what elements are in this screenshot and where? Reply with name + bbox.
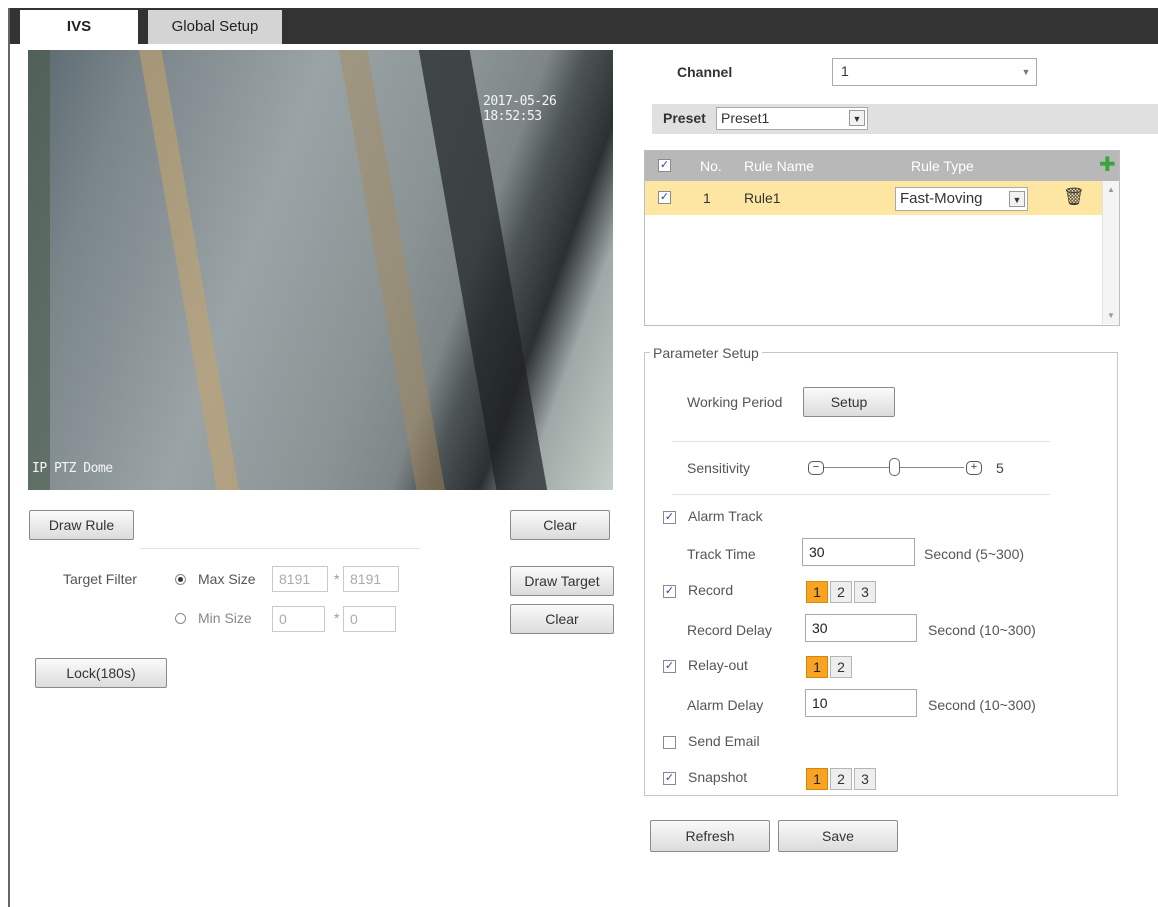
rule-type-select[interactable]: Fast-Moving ▼	[895, 187, 1028, 211]
rule-no: 1	[703, 190, 711, 206]
sensitivity-value: 5	[996, 460, 1004, 476]
snapshot-channel-1[interactable]: 1	[806, 768, 828, 790]
record-label: Record	[688, 582, 734, 598]
video-timestamp: 2017-05-26 18:52:53	[483, 94, 557, 124]
sensitivity-label: Sensitivity	[687, 460, 751, 476]
record-delay-label: Record Delay	[687, 622, 772, 638]
track-time-input[interactable]: 30	[802, 538, 915, 566]
table-row[interactable]: ✓ 1 Rule1 Fast-Moving ▼ 🗑	[645, 181, 1119, 215]
chevron-down-icon: ▼	[1021, 67, 1031, 77]
divider	[672, 494, 1050, 495]
parameter-setup-group	[644, 352, 1118, 796]
snapshot-checkbox[interactable]: ✓	[663, 772, 676, 785]
alarm-delay-label: Alarm Delay	[687, 697, 764, 713]
tab-ivs[interactable]: IVS	[20, 10, 138, 44]
min-size-label: Min Size	[198, 610, 252, 626]
times-sign: *	[334, 571, 340, 587]
slider-thumb[interactable]	[889, 458, 900, 476]
relay-channel-2[interactable]: 2	[830, 656, 852, 678]
max-width-input[interactable]: 8191	[272, 566, 328, 592]
relay-channel-1[interactable]: 1	[806, 656, 828, 678]
select-all-checkbox[interactable]: ✓	[658, 159, 671, 172]
send-email-label: Send Email	[688, 733, 760, 749]
preset-select[interactable]: Preset1 ▼	[716, 107, 868, 130]
divider	[672, 441, 1050, 442]
send-email-checkbox[interactable]	[663, 736, 676, 749]
edge-foliage	[28, 50, 50, 490]
working-period-label: Working Period	[687, 394, 783, 410]
camera-name-overlay: IP PTZ Dome	[32, 461, 113, 476]
max-size-label: Max Size	[198, 571, 256, 587]
scroll-up-icon[interactable]: ▲	[1107, 185, 1115, 194]
preset-value: Preset1	[721, 110, 770, 126]
record-channel-3[interactable]: 3	[854, 581, 876, 603]
refresh-button[interactable]: Refresh	[650, 820, 770, 852]
draw-target-button[interactable]: Draw Target	[510, 566, 614, 596]
min-height-input[interactable]: 0	[343, 606, 396, 632]
channel-label: Channel	[677, 64, 733, 80]
lock-button[interactable]: Lock(180s)	[35, 658, 167, 688]
min-size-radio[interactable]	[175, 613, 186, 624]
snapshot-channel-3[interactable]: 3	[854, 768, 876, 790]
table-scrollbar[interactable]: ▲ ▼	[1102, 181, 1119, 324]
record-checkbox[interactable]: ✓	[663, 585, 676, 598]
min-width-input[interactable]: 0	[272, 606, 325, 632]
relay-out-label: Relay-out	[688, 657, 748, 673]
rules-table: ✓ No. Rule Name Rule Type ✚ ✓ 1 Rule1 Fa…	[644, 150, 1120, 326]
live-video-view[interactable]: 2017-05-26 18:52:53 IP PTZ Dome	[28, 50, 613, 490]
tab-bar: IVS Global Setup	[10, 8, 1158, 44]
clear-target-button[interactable]: Clear	[510, 604, 614, 634]
preset-label: Preset	[663, 110, 706, 126]
relay-out-checkbox[interactable]: ✓	[663, 660, 676, 673]
record-delay-range: Second (10~300)	[928, 622, 1036, 638]
road-marking	[136, 50, 242, 490]
draw-rule-button[interactable]: Draw Rule	[29, 510, 134, 540]
header-rule-type: Rule Type	[911, 158, 974, 174]
divider	[140, 548, 420, 549]
parameter-setup-legend: Parameter Setup	[650, 345, 762, 361]
rules-table-header: ✓ No. Rule Name Rule Type ✚	[645, 151, 1119, 181]
target-filter-label: Target Filter	[63, 571, 137, 587]
track-time-range: Second (5~300)	[924, 546, 1025, 562]
minus-icon[interactable]: −	[808, 461, 824, 475]
clear-rule-button[interactable]: Clear	[510, 510, 610, 540]
trash-icon[interactable]: 🗑	[1063, 187, 1085, 207]
record-channel-1[interactable]: 1	[806, 581, 828, 603]
scroll-down-icon[interactable]: ▼	[1107, 311, 1115, 320]
header-rule-name: Rule Name	[744, 158, 815, 174]
rule-name: Rule1	[744, 190, 781, 206]
rule-type-value: Fast-Moving	[900, 190, 983, 207]
rule-row-checkbox[interactable]: ✓	[658, 191, 671, 204]
alarm-track-checkbox[interactable]: ✓	[663, 511, 676, 524]
snapshot-channel-2[interactable]: 2	[830, 768, 852, 790]
times-sign: *	[334, 610, 340, 626]
working-period-setup-button[interactable]: Setup	[803, 387, 895, 417]
tab-global-setup[interactable]: Global Setup	[148, 10, 282, 44]
track-time-label: Track Time	[687, 546, 756, 562]
add-rule-icon[interactable]: ✚	[1099, 154, 1116, 176]
sensitivity-slider[interactable]: − +	[808, 456, 988, 480]
channel-select[interactable]: 1 ▼	[832, 58, 1037, 86]
record-channel-2[interactable]: 2	[830, 581, 852, 603]
chevron-down-icon: ▼	[1009, 191, 1025, 207]
max-size-radio[interactable]	[175, 574, 186, 585]
alarm-delay-input[interactable]: 10	[805, 689, 917, 717]
header-no: No.	[700, 158, 722, 174]
save-button[interactable]: Save	[778, 820, 898, 852]
record-delay-input[interactable]: 30	[805, 614, 917, 642]
channel-value: 1	[841, 63, 849, 79]
chevron-down-icon: ▼	[849, 110, 865, 126]
plus-icon[interactable]: +	[966, 461, 982, 475]
alarm-track-label: Alarm Track	[688, 508, 763, 524]
alarm-delay-range: Second (10~300)	[928, 697, 1036, 713]
max-height-input[interactable]: 8191	[343, 566, 399, 592]
snapshot-label: Snapshot	[688, 769, 748, 785]
